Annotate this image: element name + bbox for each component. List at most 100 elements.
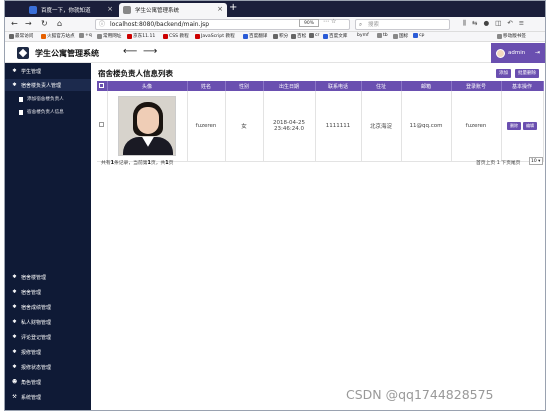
bookmark-item[interactable]: 火狐官方站点 bbox=[41, 33, 75, 39]
bookmark-item[interactable]: JavaScript 教程 bbox=[195, 33, 235, 39]
bookmark-item[interactable]: 国标 bbox=[393, 33, 408, 39]
cell-actions: 删除 编辑 bbox=[501, 91, 544, 162]
logout-icon[interactable]: ⇥ bbox=[535, 49, 540, 56]
pagination-nav[interactable]: 首页上页 1 下页尾页 bbox=[476, 159, 520, 166]
nav-bar: ← → ↻ ⌂ ⓘ localhost:8080/backend/main.js… bbox=[5, 17, 545, 32]
chat-icon[interactable]: ● bbox=[483, 19, 495, 27]
sidebar-subitem-add-manager[interactable]: 添加宿舍楼负责人 bbox=[5, 93, 91, 105]
bookmarks-bar: 最常访问 火狐官方站点 +q 常用网址 京东11.11 CSS 教程 JavaS… bbox=[5, 32, 545, 42]
star-icon: ✱ bbox=[12, 273, 17, 280]
browser-tab-active[interactable]: 学生公寓管理系统 × bbox=[119, 3, 227, 17]
star-icon: ✱ bbox=[12, 348, 17, 355]
undo-icon[interactable]: ↶ bbox=[507, 19, 518, 27]
arrow-right-icon[interactable]: ⟶ bbox=[143, 46, 157, 57]
bookmark-item[interactable]: tb bbox=[377, 33, 388, 38]
user-name: admin bbox=[508, 50, 526, 56]
bookmark-item[interactable]: 百度文库 bbox=[323, 33, 347, 39]
close-icon[interactable]: × bbox=[107, 5, 113, 13]
star-icon: ✱ bbox=[12, 333, 17, 340]
bookmark-item[interactable]: 百松 bbox=[291, 33, 306, 39]
sidebar-item-building-manager[interactable]: ✱ 宿舍楼负责人管理 bbox=[5, 79, 91, 91]
bookmark-item[interactable]: 百度翻译 bbox=[243, 33, 267, 39]
forward-icon[interactable]: → bbox=[25, 19, 32, 28]
sidebar-item-property[interactable]: ✱ 私人财物管理 bbox=[5, 316, 91, 328]
bookmark-item[interactable]: cr bbox=[309, 33, 319, 38]
screenshot-icon[interactable]: ◫ bbox=[495, 19, 507, 27]
sidebar-subitem-manager-info[interactable]: 宿舍楼负责人信息 bbox=[5, 106, 91, 118]
pagination-info: 共有1条记录，当前第1页，共1页 bbox=[101, 161, 174, 166]
bookmark-star-icon[interactable]: ☆ bbox=[331, 18, 338, 25]
users-icon: ☻ bbox=[12, 378, 18, 385]
avatar-photo bbox=[118, 95, 176, 156]
close-icon[interactable]: × bbox=[217, 5, 223, 13]
sidebar-item-comment[interactable]: ✱ 评论登记管理 bbox=[5, 331, 91, 343]
cell-name: fuzeren bbox=[187, 91, 226, 162]
sidebar-item-repair[interactable]: ✱ 报修管理 bbox=[5, 346, 91, 358]
new-tab-icon[interactable]: + bbox=[229, 2, 237, 13]
sidebar-item-dorm[interactable]: ✱ 宿舍管理 bbox=[5, 286, 91, 298]
page-title: 宿舍楼负责人信息列表 bbox=[98, 69, 173, 78]
bookmark-item[interactable]: +q bbox=[79, 33, 92, 38]
column-header: 性别 bbox=[225, 81, 264, 91]
browser-tab-baidu[interactable]: 百度一下，你就知道 × bbox=[25, 3, 117, 17]
watermark: CSDN @qq1744828575 bbox=[346, 387, 494, 402]
sidebar-item-building[interactable]: ✱ 宿舍楼管理 bbox=[5, 271, 91, 283]
sidebar-item-repair-status[interactable]: ✱ 报修状态管理 bbox=[5, 361, 91, 373]
star-icon: ✱ bbox=[12, 303, 17, 310]
page-size-select[interactable]: 10 ▾ bbox=[529, 157, 543, 165]
home-icon[interactable]: ⌂ bbox=[57, 19, 62, 28]
star-icon: ✱ bbox=[12, 81, 17, 88]
sidebar-item-student[interactable]: ✱ 学生管理 bbox=[5, 65, 91, 77]
zoom-level[interactable]: 90% bbox=[299, 19, 320, 27]
page-favicon-icon bbox=[123, 6, 131, 14]
table-header: 头像 姓名 性别 出生日期 联系电话 住址 邮箱 登录账号 基本操作 bbox=[97, 81, 544, 91]
search-input[interactable]: ⌕ 搜索 bbox=[355, 19, 450, 30]
sync-icon[interactable]: ⇆ bbox=[472, 19, 483, 27]
table-row: fuzeren 女 2018-04-25 23:46:24.0 1111111 … bbox=[97, 91, 544, 162]
cell-gender: 女 bbox=[225, 91, 264, 162]
column-header: 头像 bbox=[107, 81, 188, 91]
library-icon[interactable]: ⫼ bbox=[463, 19, 472, 27]
main-content: 宿舍楼负责人信息列表 添加 批量删除 头像 姓名 性别 出生日期 联系电话 住址… bbox=[91, 63, 545, 410]
sidebar-item-role[interactable]: ☻ 角色管理 bbox=[5, 376, 91, 388]
avatar-cell bbox=[107, 91, 188, 162]
select-all-checkbox[interactable] bbox=[97, 81, 108, 91]
bookmark-item[interactable]: 积分 bbox=[273, 33, 288, 39]
star-icon: ✱ bbox=[12, 318, 17, 325]
bookmark-item[interactable]: bymf bbox=[357, 33, 369, 38]
reload-icon[interactable]: ↻ bbox=[41, 19, 48, 28]
wrench-icon: ⚒ bbox=[12, 393, 17, 400]
bookmark-item[interactable]: 移动版书签 bbox=[497, 33, 526, 39]
star-icon: ✱ bbox=[12, 288, 17, 295]
bookmark-item[interactable]: CSS 教程 bbox=[163, 33, 189, 39]
batch-delete-button[interactable]: 批量删除 bbox=[515, 69, 539, 78]
file-icon bbox=[19, 96, 23, 102]
cell-email: 11@qq.com bbox=[401, 91, 452, 162]
sidebar: ✱ 学生管理 ✱ 宿舍楼负责人管理 添加宿舍楼负责人 宿舍楼负责人信息 ✱ 宿舍… bbox=[5, 63, 91, 410]
baidu-favicon-icon bbox=[29, 6, 37, 14]
star-icon: ✱ bbox=[12, 363, 17, 370]
app-logo-icon bbox=[17, 47, 29, 59]
avatar bbox=[496, 48, 505, 58]
more-icon[interactable]: ⋯ bbox=[323, 18, 331, 25]
row-checkbox[interactable] bbox=[97, 91, 108, 162]
column-header: 出生日期 bbox=[263, 81, 316, 91]
sidebar-item-dorm-score[interactable]: ✱ 宿舍成绩管理 bbox=[5, 301, 91, 313]
edit-button[interactable]: 编辑 bbox=[523, 121, 537, 130]
column-header: 基本操作 bbox=[501, 81, 544, 91]
app-header: 学生公寓管理系统 ⟵ ⟶ admin ⇥ bbox=[5, 43, 545, 63]
bookmark-item[interactable]: 最常访问 bbox=[9, 33, 33, 39]
sidebar-item-system[interactable]: ⚒ 系统管理 bbox=[5, 391, 91, 403]
bookmark-item[interactable]: 常用网址 bbox=[97, 33, 121, 39]
column-header: 姓名 bbox=[187, 81, 226, 91]
back-icon[interactable]: ← bbox=[11, 19, 18, 28]
arrow-left-icon[interactable]: ⟵ bbox=[123, 46, 137, 57]
toolbar-icons: ⫼⇆●◫↶≡ bbox=[463, 19, 530, 28]
add-button[interactable]: 添加 bbox=[496, 69, 511, 78]
search-icon: ⌕ bbox=[359, 22, 363, 28]
bookmark-item[interactable]: 京东11.11 bbox=[127, 33, 155, 39]
menu-icon[interactable]: ≡ bbox=[519, 19, 530, 27]
user-menu[interactable]: admin ⇥ bbox=[491, 43, 545, 63]
delete-button[interactable]: 删除 bbox=[507, 121, 521, 130]
bookmark-item[interactable]: cp bbox=[413, 33, 424, 38]
